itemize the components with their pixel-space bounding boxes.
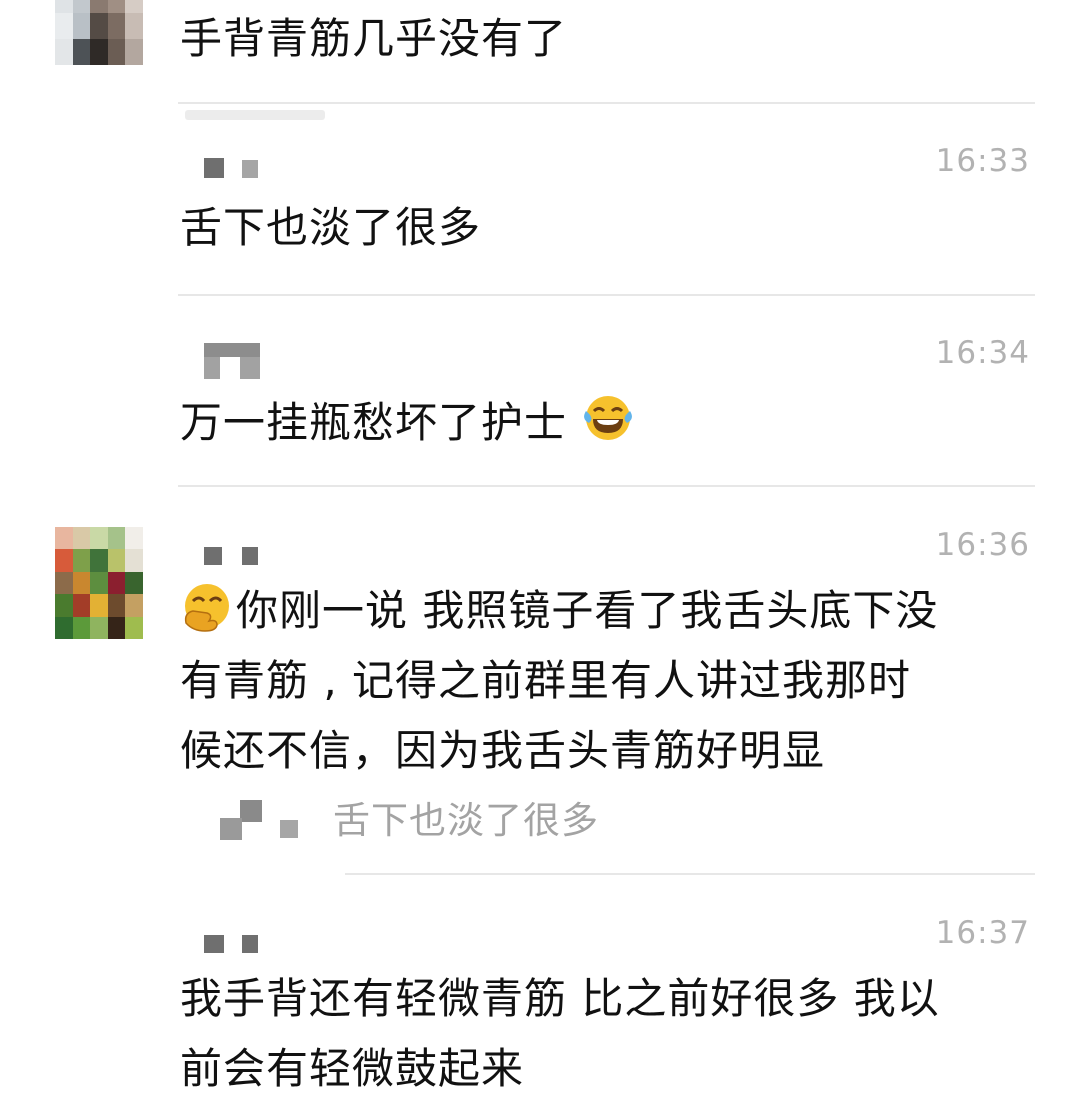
message-line-2: 前会有轻微鼓起来 [180,1044,525,1093]
message-time: 16:33 [935,143,1030,179]
message-text: 手背青筋几乎没有了 [180,14,568,63]
message-line-1: 我手背还有轻微青筋 比之前好很多 我以 [180,974,940,1023]
message-text: 舌下也淡了很多 [180,203,482,252]
message-text: 万一挂瓶愁坏了护士 [180,388,1040,458]
message-time: 16:37 [935,915,1030,951]
avatar[interactable] [55,0,143,65]
quote-sender-blurred [220,800,300,840]
divider [178,294,1035,296]
hand-over-mouth-emoji-icon [184,584,229,632]
quoted-message[interactable]: 舌下也淡了很多 [333,790,599,844]
divider [345,873,1035,875]
laughing-tears-emoji-icon [584,396,633,440]
message-text: 你刚一说 我照镜子看了我舌头底下没 有青筋 , 记得之前群里有人讲过我那时 候还… [180,576,1040,786]
divider-shadow [185,110,325,120]
divider [178,102,1035,104]
avatar[interactable] [55,527,143,639]
message-line-1: 你刚一说 我照镜子看了我舌头底下没 [236,586,939,635]
message-time: 16:34 [935,335,1030,371]
message-line-3: 候还不信，因为我舌头青筋好明显 [180,726,826,775]
message-time: 16:36 [935,527,1030,563]
divider [178,485,1035,487]
message-line-2: 有青筋 , 记得之前群里有人讲过我那时 [180,656,912,705]
message-text-content: 万一挂瓶愁坏了护士 [180,398,568,447]
message-text: 我手背还有轻微青筋 比之前好很多 我以 前会有轻微鼓起来 [180,964,1040,1104]
